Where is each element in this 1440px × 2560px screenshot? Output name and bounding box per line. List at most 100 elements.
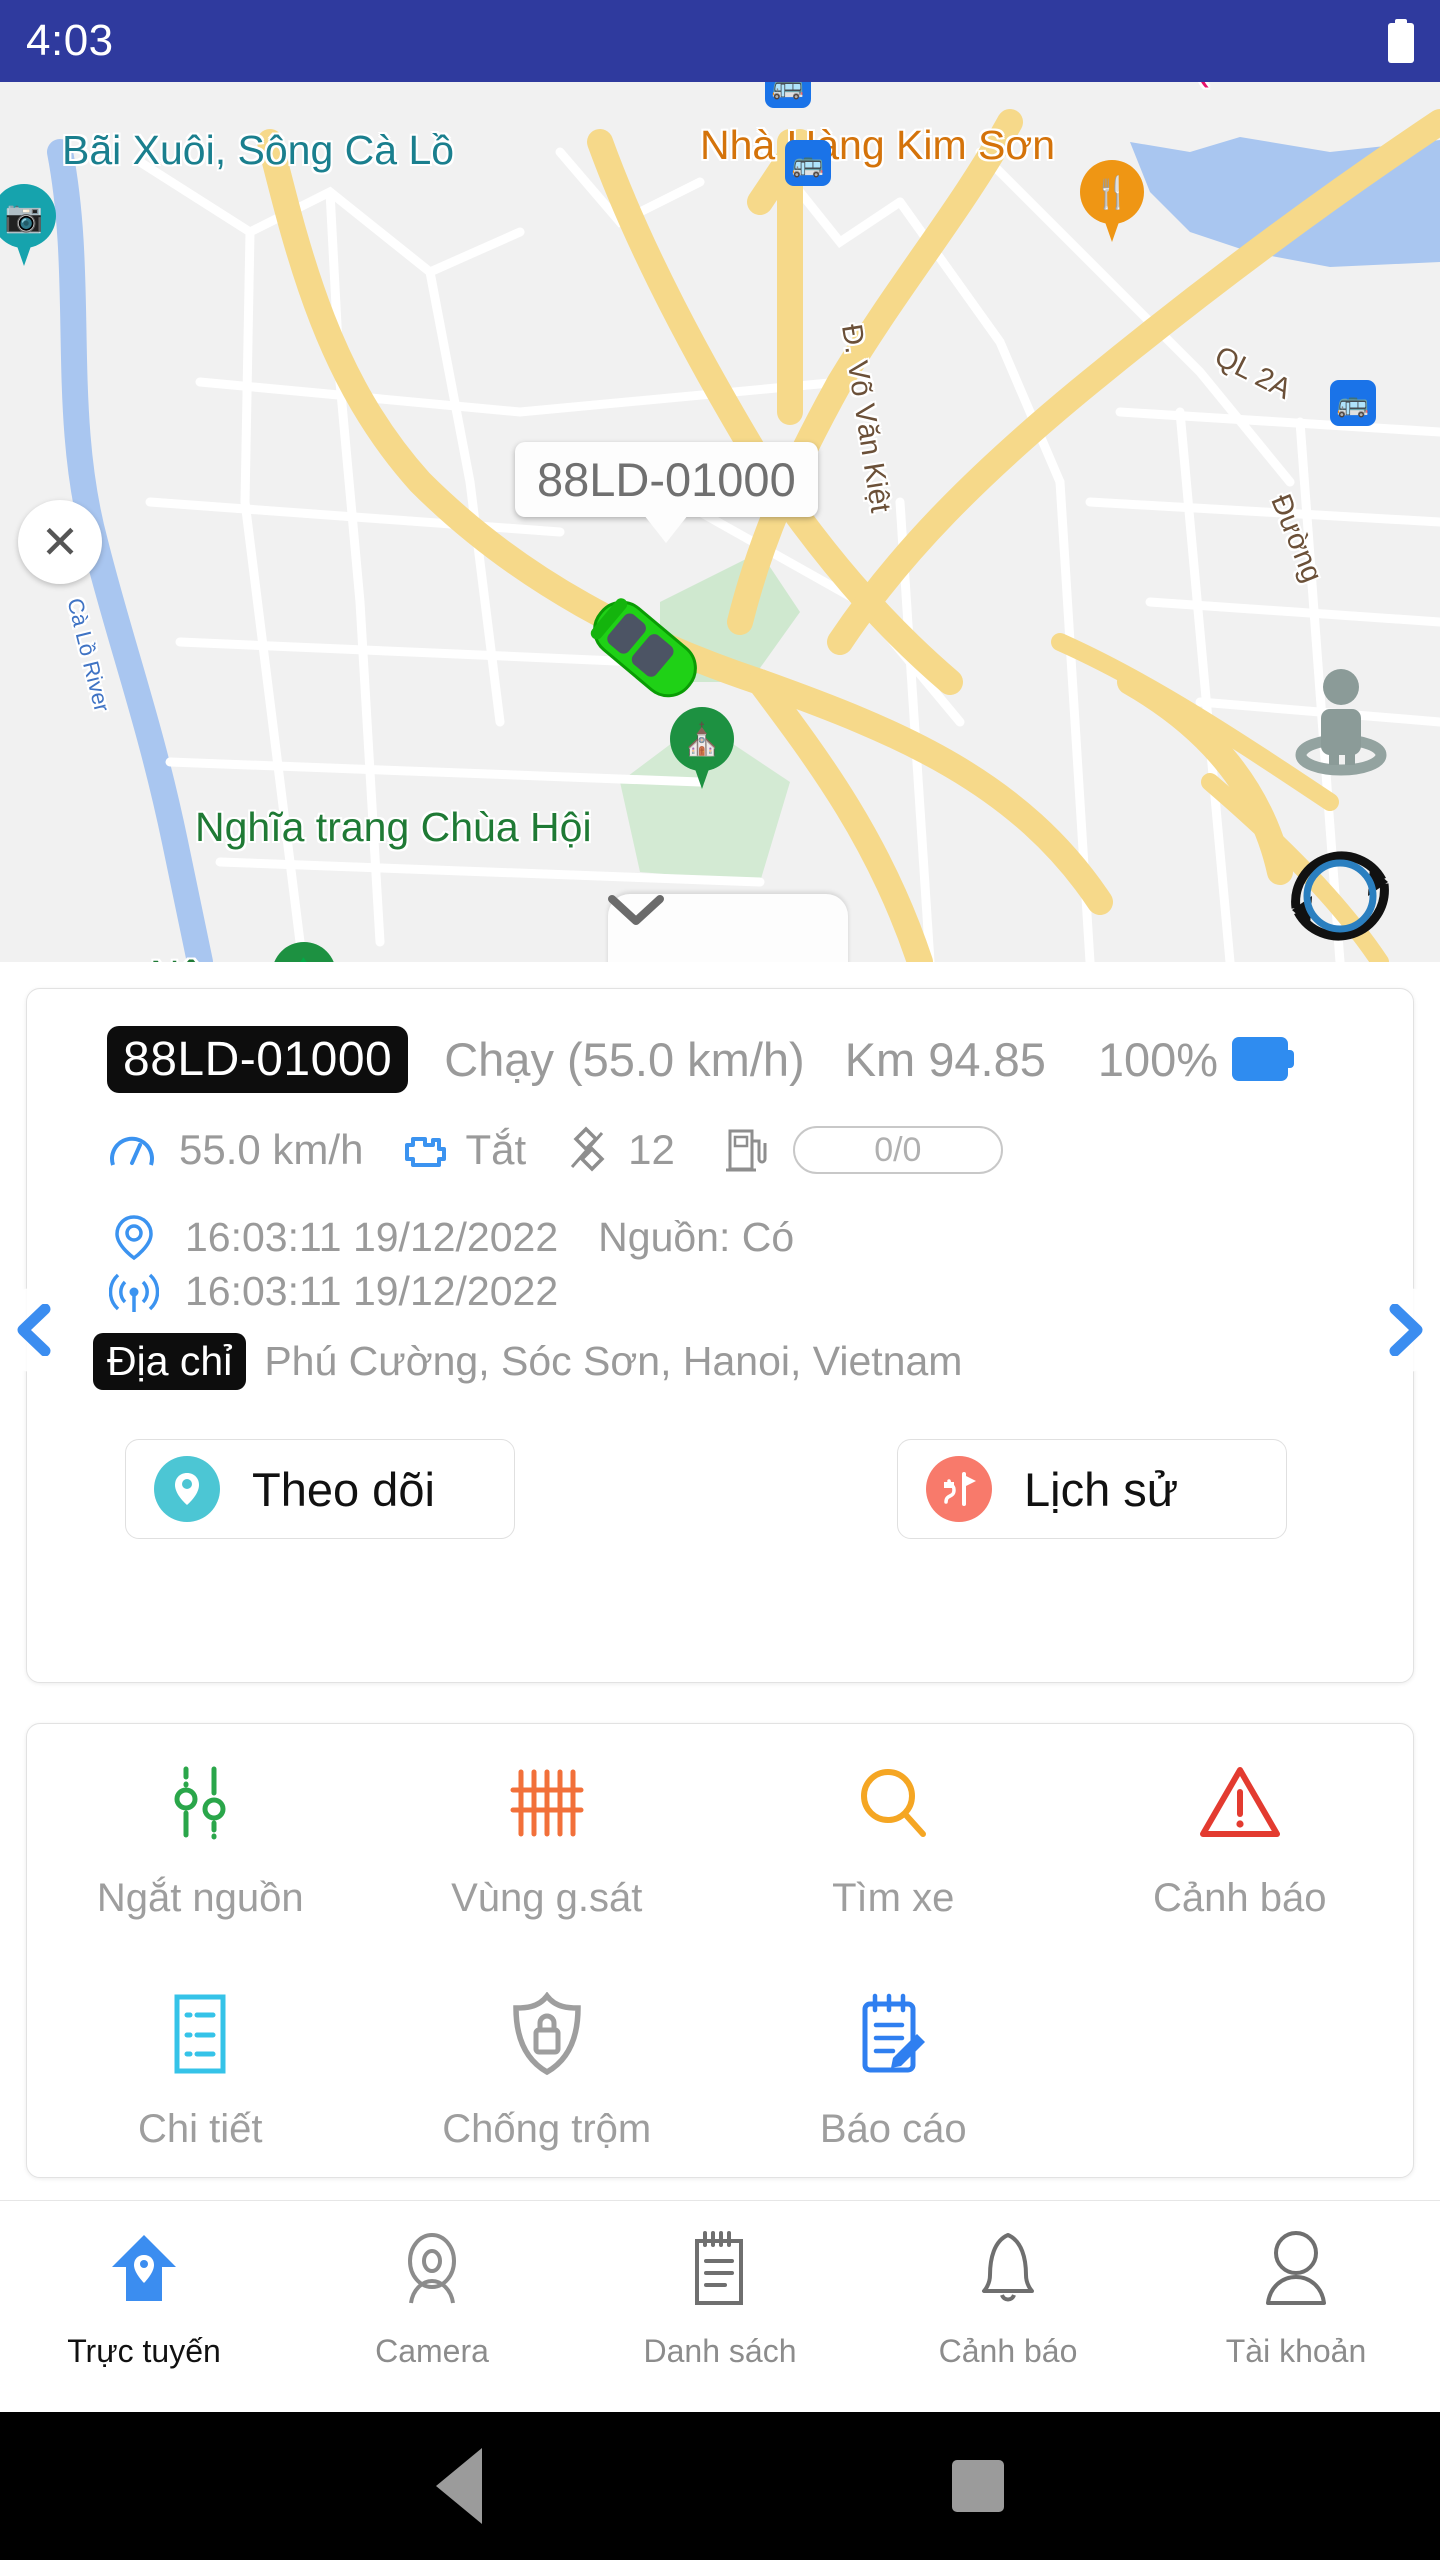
camera-icon [395,2227,469,2307]
nav-item-danh-sach[interactable]: Danh sách [576,2201,864,2412]
function-chong-trom[interactable]: Chống trộm [374,1991,721,2152]
function-label: Chống trộm [442,2107,652,2151]
function-label: Ngắt nguồn [96,1876,304,1920]
camera-icon: 📷 [4,198,44,234]
nav-item-camera[interactable]: Camera [288,2201,576,2412]
report-edit-icon [855,1991,931,2077]
nav-item-tai-khoan[interactable]: Tài khoản [1152,2201,1440,2412]
nav-item-label: Camera [375,2333,489,2369]
map-pin-photo[interactable]: 📷 [0,184,56,268]
history-button[interactable]: Lịch sử [897,1439,1287,1539]
map-pin-park[interactable]: 🌲 [272,942,336,962]
function-tim-xe[interactable]: Tìm xe [720,1760,1067,1921]
info-row-signal-time: 16:03:11 19/12/2022 [109,1261,1373,1321]
map-label-nha-hang: Nhà Hàng Kim Sơn [700,122,1056,168]
map-pin-cemetery[interactable]: ⛪ [670,707,734,791]
vehicle-plate-badge: 88LD-01000 [107,1025,409,1093]
bus-stop-icon[interactable]: 🚌 [1330,380,1376,426]
function-label: Cảnh báo [1153,1876,1327,1920]
route-flag-icon [926,1456,992,1522]
fuel-level-indicator: 0/0 [792,1126,1003,1174]
warning-icon [1199,1760,1281,1846]
map-view[interactable]: Bãi Xuôi, Sông Cà Lồ Nhà Hàng Kim Sơn V … [0,82,1440,962]
bell-icon [972,2227,1044,2307]
track-button-label: Theo dõi [252,1462,435,1516]
back-triangle-icon[interactable] [436,2448,482,2524]
power-source: Nguồn: Có [598,1213,795,1260]
next-vehicle-button[interactable] [1364,1288,1440,1372]
location-pin-icon [115,1215,153,1261]
function-bao-cao[interactable]: Báo cáo [720,1991,1067,2152]
location-pin-icon [154,1456,220,1522]
vehicle-status: Chạy (55.0 km/h) [444,1032,805,1086]
gps-timestamp: 16:03:11 19/12/2022 [185,1213,559,1260]
nav-item-label: Cảnh báo [938,2333,1078,2369]
online-home-pin-icon [106,2227,182,2307]
map-label-g-v: g v [0,952,33,962]
info-row-summary: 88LD-01000 Chạy (55.0 km/h) Km 94.85 100… [107,1021,1373,1097]
history-button-label: Lịch sử [1024,1462,1179,1516]
collapse-sheet-handle[interactable] [608,894,848,962]
function-grid-empty-cell [1067,1991,1414,2152]
function-ngat-nguon[interactable]: Ngắt nguồn [27,1760,374,1921]
function-chi-tiet[interactable]: Chi tiết [27,1991,374,2152]
chevron-left-icon [17,1304,51,1356]
search-icon [855,1760,931,1846]
account-person-icon [1260,2227,1332,2307]
park-monument-icon: ⛪ [682,721,722,757]
engine-status: Tắt [465,1126,527,1173]
clipboard-list-icon [685,2227,755,2307]
battery-full-icon [1388,19,1414,63]
street-view-pegman-icon[interactable] [1285,667,1397,777]
function-canh-bao[interactable]: Cảnh báo [1067,1760,1414,1921]
function-label: Chi tiết [138,2107,263,2151]
info-row-address: Địa chỉ Phú Cường, Sóc Sơn, Hanoi, Vietn… [93,1329,1373,1393]
restaurant-icon: 🍴 [1092,174,1132,210]
function-grid-row-1: Ngắt nguồn Vùng g.sát Tìm xe Cảnh báo [27,1724,1413,1921]
signal-timestamp: 16:03:11 19/12/2022 [185,1267,559,1314]
fuel-pump-icon [725,1129,767,1172]
nav-item-truc-tuyen[interactable]: Trực tuyến [0,2201,288,2412]
function-vung-giam-sat[interactable]: Vùng g.sát [374,1760,721,1921]
function-label: Tìm xe [832,1876,955,1920]
vehicle-plate-callout[interactable]: 88LD-01000 [515,442,818,517]
info-row-gps-time: 16:03:11 19/12/2022 Nguồn: Có [109,1207,1373,1267]
nav-item-label: Danh sách [643,2333,797,2369]
chevron-down-icon [608,895,664,925]
bus-stop-icon[interactable]: 🚌 [785,140,831,186]
function-grid-row-2: Chi tiết Chống trộm Báo cáo [27,1955,1413,2152]
engine-icon [405,1137,447,1167]
nav-item-canh-bao[interactable]: Cảnh báo [864,2201,1152,2412]
power-cut-icon [164,1760,236,1846]
address-label: Địa chỉ [93,1332,247,1390]
status-bar: 4:03 [0,0,1440,82]
function-grid-card: Ngắt nguồn Vùng g.sát Tìm xe Cảnh báo Ch… [26,1723,1414,2178]
satellite-icon [571,1126,605,1172]
vehicle-marker-icon[interactable] [570,584,720,714]
vehicle-odometer: Km 94.85 [844,1032,1046,1086]
map-label-nong: Nông [150,952,248,962]
bus-stop-icon[interactable]: 🚌 [765,82,811,108]
nav-item-label: Tài khoản [1225,2333,1367,2369]
speedometer-icon [110,1136,154,1166]
track-button[interactable]: Theo dõi [125,1439,515,1539]
list-detail-icon [169,1991,231,2077]
vehicle-info-card: 88LD-01000 Chạy (55.0 km/h) Km 94.85 100… [26,988,1414,1683]
bottom-navigation: Trực tuyến Camera Danh sách Cảnh báo Tài… [0,2200,1440,2412]
close-icon[interactable]: ✕ [18,500,102,584]
geofence-icon [507,1760,587,1846]
function-label: Vùng g.sát [451,1876,643,1920]
refresh-rotate-icon[interactable] [1270,826,1410,962]
android-system-navigation [0,2412,1440,2560]
vehicle-battery-percent: 100% [1097,1032,1219,1086]
satellite-count: 12 [628,1126,675,1173]
status-bar-clock: 4:03 [26,16,114,65]
map-label-nghia-trang: Nghĩa trang Chùa Hội [195,804,592,850]
signal-broadcast-icon [109,1273,159,1312]
battery-level-icon [1232,1037,1295,1081]
info-row-metrics: 55.0 km/h Tắt 12 0/0 [107,1117,1373,1183]
function-label: Báo cáo [819,2107,967,2151]
map-pin-restaurant[interactable]: 🍴 [1080,160,1144,244]
tree-icon: 🌲 [272,942,336,963]
recents-square-icon[interactable] [952,2460,1004,2512]
